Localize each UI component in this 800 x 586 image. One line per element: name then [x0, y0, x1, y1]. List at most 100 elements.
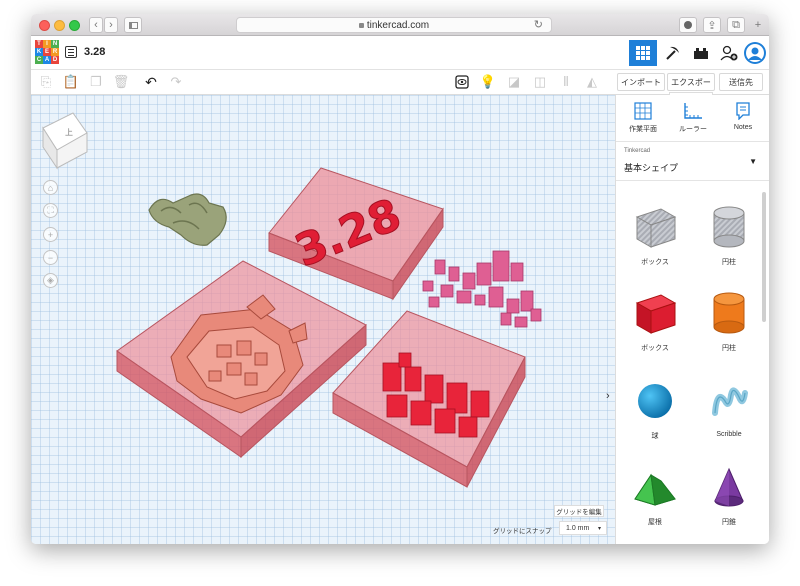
pickaxe-icon: [666, 46, 679, 60]
redo-icon[interactable]: ↷: [169, 74, 183, 89]
fit-icon: ⛶: [47, 205, 54, 215]
undo-icon[interactable]: ↶: [144, 74, 158, 90]
ruler-label: ルーラー: [679, 126, 707, 133]
view-cube[interactable]: 上: [42, 112, 88, 170]
shape-box-red[interactable]: ボックス: [622, 291, 688, 373]
paste-icon[interactable]: 📋: [63, 74, 79, 89]
delete-icon[interactable]: 🗑: [113, 74, 130, 89]
blocks-view-button[interactable]: [659, 40, 687, 66]
workplane-canvas[interactable]: 上 3.28 ⌂ ⛶ + − ◈ ›: [31, 95, 615, 544]
shape-label: 円柱: [722, 345, 736, 352]
browser-window: ‹ › tinkercad.com ↻ ⇪ ⧉ + T I N K E R C …: [31, 14, 769, 544]
user-avatar[interactable]: [741, 40, 769, 66]
library-category: 基本シェイプ: [624, 163, 679, 173]
group-icon[interactable]: ◪: [507, 74, 521, 89]
import-button[interactable]: インポート: [617, 73, 665, 91]
new-tab-button[interactable]: +: [751, 17, 765, 33]
snap-grid-label: グリッドにスナップ: [493, 528, 552, 535]
chevron-right-icon: ›: [109, 19, 113, 31]
duplicate-icon[interactable]: ❐: [89, 74, 103, 89]
sidebar-icon: [128, 21, 138, 29]
notes-label: Notes: [733, 124, 753, 131]
url-text: tinkercad.com: [366, 19, 430, 31]
back-button[interactable]: ‹: [89, 17, 103, 33]
orange-cylinder-icon: [713, 292, 745, 334]
export-button[interactable]: エクスポー: [667, 73, 715, 91]
tabs-icon: ⧉: [732, 18, 740, 31]
design-name[interactable]: 3.28: [84, 46, 105, 58]
library-source: Tinkercad: [624, 148, 651, 154]
send-to-button[interactable]: 送信先: [719, 73, 763, 91]
shape-cone[interactable]: 円錐: [696, 465, 762, 544]
logo-letter: T: [35, 40, 43, 48]
download-icon: [684, 21, 692, 29]
shape-cylinder-gray[interactable]: 円柱: [696, 205, 762, 287]
shape-roof[interactable]: 屋根: [622, 465, 688, 544]
ungroup-icon[interactable]: ◫: [533, 74, 547, 89]
address-bar[interactable]: tinkercad.com ↻: [236, 17, 552, 33]
notes-tool[interactable]: Notes: [720, 101, 766, 137]
show-all-icon[interactable]: [455, 75, 469, 89]
close-window-button[interactable]: [39, 20, 50, 31]
workplane-label: 作業平面: [629, 126, 657, 133]
shape-scribble[interactable]: Scribble: [696, 379, 762, 461]
panel-collapse-chevron-icon[interactable]: ›: [606, 390, 610, 402]
bricks-view-button[interactable]: [687, 40, 715, 66]
purple-cone-icon: [714, 467, 744, 507]
mirror-icon[interactable]: ◭: [585, 74, 599, 89]
3d-design-view-button[interactable]: [629, 40, 657, 66]
striped-cylinder-icon: [713, 206, 745, 248]
zoom-out-button[interactable]: −: [43, 250, 58, 265]
hole-box-top[interactable]: 3.28: [268, 167, 444, 301]
reload-icon[interactable]: ↻: [534, 18, 543, 31]
forward-button[interactable]: ›: [104, 17, 118, 33]
panel-scrollbar[interactable]: [762, 192, 766, 322]
copy-icon[interactable]: ⎘: [39, 74, 53, 89]
zoom-in-button[interactable]: +: [43, 227, 58, 242]
shape-box-gray[interactable]: ボックス: [622, 205, 688, 287]
design-list-icon[interactable]: [65, 46, 77, 58]
edit-grid-button[interactable]: グリッドを編集: [554, 505, 604, 517]
ruler-tool[interactable]: ルーラー: [670, 101, 716, 137]
hole-box-bottom-left[interactable]: [116, 260, 367, 459]
pink-text-shape[interactable]: [422, 250, 542, 328]
shape-label: ボックス: [641, 259, 669, 266]
add-user-button[interactable]: [715, 40, 743, 66]
tinkercad-logo[interactable]: T I N K E R C A D: [35, 40, 59, 64]
notes-icon: [736, 102, 750, 120]
logo-letter: K: [35, 48, 43, 56]
sidebar-button[interactable]: [124, 17, 142, 33]
shape-library-select[interactable]: Tinkercad 基本シェイプ ▼: [616, 141, 769, 181]
downloads-button[interactable]: [679, 17, 697, 33]
view-cube-label: 上: [65, 128, 73, 137]
zoom-window-button[interactable]: [69, 20, 80, 31]
snap-grid-value: 1.0 mm: [566, 524, 590, 532]
lock-icon: [358, 22, 364, 28]
tabs-button[interactable]: ⧉: [727, 17, 745, 33]
workplane-tool[interactable]: 作業平面: [620, 101, 666, 137]
ortho-view-button[interactable]: ◈: [43, 273, 58, 288]
logo-letter: N: [51, 40, 59, 48]
share-button[interactable]: ⇪: [703, 17, 721, 33]
logo-letter: I: [43, 40, 51, 48]
minus-icon: −: [47, 252, 54, 263]
home-view-button[interactable]: ⌂: [43, 180, 58, 195]
shape-cylinder-orange[interactable]: 円柱: [696, 291, 762, 373]
shape-sphere[interactable]: 球: [622, 379, 688, 461]
lightbulb-icon[interactable]: 💡: [480, 74, 496, 89]
logo-letter: D: [51, 56, 59, 64]
fit-view-button[interactable]: ⛶: [43, 203, 58, 218]
snap-grid-select[interactable]: 1.0 mm ▾: [559, 521, 607, 535]
align-icon[interactable]: ⫴: [559, 74, 573, 89]
shape-label: ボックス: [641, 345, 669, 352]
minimize-window-button[interactable]: [54, 20, 65, 31]
logo-letter: R: [51, 48, 59, 56]
shapes-panel: 作業平面 ルーラー Notes Tinkercad 基本シェイプ ▼ ボックス: [615, 95, 769, 544]
olive-text-shape[interactable]: [148, 193, 227, 246]
shape-label: 円錐: [722, 519, 736, 526]
green-roof-icon: [634, 473, 676, 506]
scene: 上 3.28: [42, 112, 542, 488]
grid-icon: [636, 46, 650, 60]
red-box-icon: [635, 294, 677, 334]
home-icon: ⌂: [47, 182, 54, 193]
